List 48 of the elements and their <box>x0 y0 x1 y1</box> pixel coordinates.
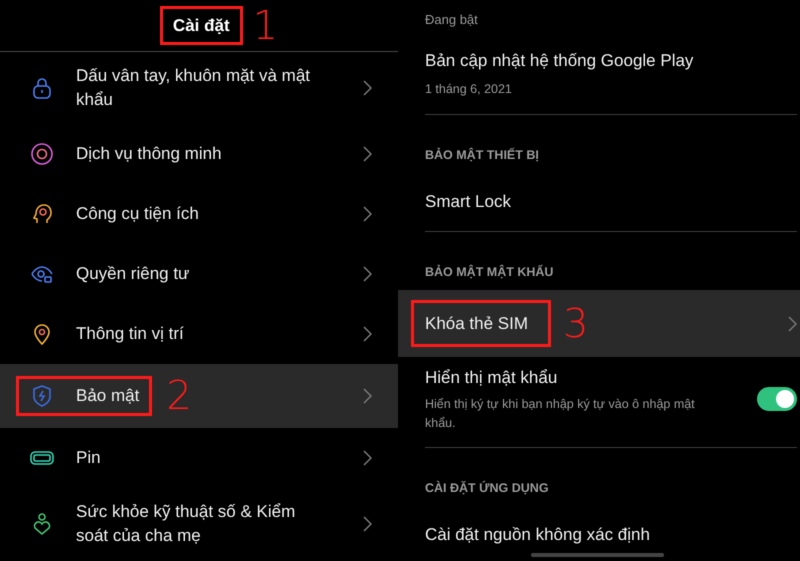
settings-item[interactable]: Pin <box>0 428 398 488</box>
head-icon <box>30 202 54 226</box>
settings-item[interactable]: Công cụ tiện ích <box>0 184 398 244</box>
section-header: BẢO MẬT THIẾT BỊ <box>425 148 539 162</box>
target-icon <box>30 142 54 166</box>
menu-item-label: Dịch vụ thông minh <box>76 143 223 165</box>
menu-item-label: Sức khỏe kỹ thuật số & Kiểm soát của cha mẹ <box>76 501 296 547</box>
annotation-box: Khóa thẻ SIM <box>411 300 552 348</box>
section-header: CÀI ĐẶT ỨNG DỤNG <box>425 480 549 495</box>
settings-item[interactable]: Thông tin vị trí <box>0 304 398 364</box>
menu-item-label: Công cụ tiện ích <box>76 203 200 225</box>
chevron-right-icon <box>362 450 372 466</box>
settings-item[interactable]: Bảo mật 2 <box>0 364 398 428</box>
settings-item[interactable]: Bản cập nhật hệ thống Google Play 1 tháng 6, 2021 <box>398 32 800 114</box>
item-title: Cài đặt nguồn không xác định <box>425 524 650 546</box>
menu-item-label: Quyền riêng tư <box>76 263 190 285</box>
item-title: Hiển thị mật khẩu <box>425 367 558 390</box>
chevron-right-icon <box>362 516 372 532</box>
chevron-right-icon <box>362 388 372 404</box>
settings-item[interactable]: Sức khỏe kỹ thuật số & Kiểm soát của cha mẹ <box>0 488 398 560</box>
menu-item-label: Pin <box>76 447 102 469</box>
lock-icon <box>30 76 54 100</box>
page-title: Cài đặt <box>160 6 243 46</box>
item-subtitle: 1 tháng 6, 2021 <box>425 80 513 98</box>
settings-item[interactable]: Dịch vụ thông minh <box>0 124 398 184</box>
section-header: BẢO MẬT MẬT KHẨU <box>425 264 554 279</box>
settings-item[interactable]: Quyền riêng tư <box>0 244 398 304</box>
shield-icon <box>30 384 54 408</box>
settings-item[interactable]: Cài đặt nguồn không xác định <box>398 506 800 561</box>
chevron-right-icon <box>362 146 372 162</box>
item-title: Smart Lock <box>425 191 511 214</box>
menu-item-label: Thông tin vị trí <box>76 323 185 345</box>
item-subtitle: Hiển thị ký tự khi bạn nhập ký tự vào ô nhập mật khẩu. <box>425 396 696 432</box>
annotation-number: 3 <box>563 304 588 344</box>
annotation-number: 2 <box>166 376 192 416</box>
menu-item-label: Bảo mật <box>76 385 140 407</box>
toggle-switch[interactable] <box>757 387 797 411</box>
menu-item-label: Dấu vân tay, khuôn mặt và mật khẩu <box>76 65 312 111</box>
chevron-right-icon <box>362 206 372 222</box>
chevron-right-icon <box>362 80 372 96</box>
chevron-right-icon <box>362 326 372 342</box>
item-title: Bản cập nhật hệ thống Google Play <box>425 50 694 72</box>
status-text: Đang bật <box>425 12 478 27</box>
settings-item[interactable]: Dấu vân tay, khuôn mặt và mật khẩu <box>0 52 398 124</box>
settings-item[interactable]: Khóa thẻ SIM 3 <box>398 290 800 358</box>
settings-item[interactable]: Smart Lock <box>398 173 800 231</box>
annotation-number: 1 <box>252 6 278 46</box>
chevron-right-icon <box>362 266 372 282</box>
